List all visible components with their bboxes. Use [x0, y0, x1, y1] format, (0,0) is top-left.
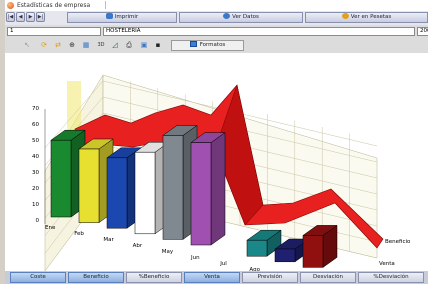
y-tick-label: 0 [36, 218, 40, 224]
venta-bar-front [274, 248, 296, 263]
print-icon[interactable]: ⎙ [123, 40, 135, 51]
view-data-tab[interactable]: Ver Datos [179, 12, 303, 23]
data-icon [223, 13, 231, 19]
y-tick-label: 50 [32, 138, 39, 144]
print-tab[interactable]: Imprimir [67, 12, 177, 23]
y-tick-label: 60 [32, 122, 39, 128]
3d-bar-chart: 010203040506070 EneFebMarAbrMayJunJulAgo… [32, 74, 411, 271]
y-tick-label: 20 [32, 186, 39, 192]
formats-button-label: Formatos [199, 42, 226, 48]
3d-label-icon[interactable]: 3D [95, 40, 107, 51]
printer-icon [105, 13, 113, 19]
chart-area: 0 10 20 30 40 50 60 70 Ene Feb Mar Abr May Jun Jul Ago… [5, 53, 428, 271]
print-tab-label: Imprimir [114, 14, 139, 20]
venta-bar-front [50, 139, 72, 218]
year-field[interactable]: 200 [417, 27, 428, 36]
venta-bar-front [190, 142, 212, 246]
last-record-button[interactable]: ▶| [36, 12, 45, 22]
title-bar: Estadísticas de empresa [5, 0, 428, 11]
view-pesetas-tab[interactable]: Ver en Pesetas [305, 12, 428, 23]
venta-bar [190, 132, 226, 246]
export-icon[interactable]: ▣ [138, 40, 150, 51]
statistics-window: Estadísticas de empresa |◀ ◀ ▶ ▶| Imprim… [5, 0, 428, 284]
y-tick-label: 40 [32, 154, 39, 160]
tab-porcentaje-desviacion[interactable]: %Desviación [358, 272, 424, 283]
formats-button[interactable]: Formatos [171, 40, 244, 51]
refresh-icon[interactable]: ⟳ [38, 40, 50, 51]
tab-beneficio[interactable]: Beneficio [68, 272, 124, 283]
tab-porcentaje-beneficio[interactable]: %Beneficio [126, 272, 182, 283]
venta-bar-front [106, 157, 128, 229]
y-axis: 0 10 20 30 40 50 60 70 [32, 106, 46, 224]
x-tick-label: Jun [190, 255, 200, 261]
formats-icon [189, 41, 197, 47]
venta-bar-front [246, 239, 268, 257]
title-divider [105, 1, 106, 9]
venta-bar-front [134, 151, 156, 235]
tab-venta[interactable]: Venta [184, 272, 240, 283]
venta-bar [302, 224, 338, 268]
venta-bar-side [210, 132, 226, 246]
3d-view-icon[interactable]: ▦ [80, 40, 92, 51]
window-title: Estadísticas de empresa [17, 2, 91, 9]
next-record-button[interactable]: ▶ [26, 12, 35, 22]
y-tick-label: 30 [32, 170, 39, 176]
first-record-button[interactable]: |◀ [6, 12, 15, 22]
rotate-icon[interactable]: ⇄ [52, 40, 64, 51]
code-field[interactable]: 1 [7, 27, 101, 36]
y-tick-label: 10 [32, 202, 39, 208]
record-navigation-bar: |◀ ◀ ▶ ▶| Imprimir Ver Datos Ver en Pese… [5, 11, 428, 25]
previous-record-button[interactable]: ◀ [16, 12, 25, 22]
venta-bar-front [162, 135, 184, 240]
coin-icon [341, 13, 349, 19]
series-label: Venta [379, 261, 395, 267]
name-field[interactable]: HOSTELERIA [103, 27, 415, 36]
x-tick-label: Abr [133, 243, 143, 249]
tab-coste[interactable]: Coste [10, 272, 66, 283]
x-tick-label: Ene [45, 225, 56, 231]
venta-bar-front [78, 148, 100, 223]
x-tick-label: Jul [219, 261, 227, 267]
y-tick-label: 70 [32, 106, 39, 112]
series-labels: Venta Beneficio [379, 239, 411, 267]
view-pesetas-tab-label: Ver en Pesetas [350, 14, 392, 20]
save-icon[interactable]: ▪ [152, 40, 164, 51]
chart-type-icon[interactable]: ◿ [109, 40, 121, 51]
record-fields-row: 1 HOSTELERIA 200 [5, 25, 428, 38]
view-data-tab-label: Ver Datos [232, 14, 259, 20]
x-tick-label: May [162, 249, 174, 255]
tab-prevision[interactable]: Previsión [242, 272, 298, 283]
tab-desviacion[interactable]: Desviación [300, 272, 356, 283]
series-label: Beneficio [385, 239, 411, 245]
cursor-icon[interactable]: ↖ [21, 40, 33, 51]
app-icon [7, 2, 14, 9]
series-tab-bar: Coste Beneficio %Beneficio Venta Previsi… [5, 271, 428, 284]
venta-bar-front [302, 235, 324, 268]
zoom-icon[interactable]: ⊕ [66, 40, 78, 51]
chart-toolbar: ↖ ⟳ ⇄ ⊕ ▦ 3D ◿ ⎙ ▣ ▪ Formatos [5, 38, 428, 53]
x-tick-label: Mar [103, 237, 114, 243]
x-tick-label: Feb [74, 231, 84, 237]
